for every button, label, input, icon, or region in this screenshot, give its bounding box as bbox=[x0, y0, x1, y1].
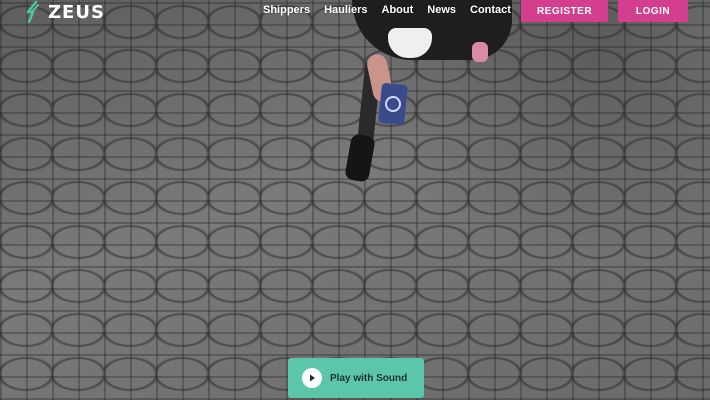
site-logo[interactable]: ZEUS bbox=[24, 0, 105, 24]
phone-screen-icon bbox=[384, 95, 402, 113]
play-icon bbox=[302, 368, 322, 388]
login-button[interactable]: LOGIN bbox=[618, 0, 688, 22]
person-hand bbox=[472, 42, 488, 62]
nav-item-contact[interactable]: Contact bbox=[470, 4, 511, 16]
play-with-sound-button[interactable]: Play with Sound bbox=[288, 358, 424, 398]
play-triangle-icon bbox=[310, 374, 315, 382]
main-nav: Shippers Hauliers About News Contact bbox=[263, 4, 525, 16]
walking-person bbox=[340, 0, 520, 190]
hero-video: ZEUS Shippers Hauliers About News Contac… bbox=[0, 0, 710, 400]
zeus-logo-icon bbox=[26, 1, 39, 23]
site-header: ZEUS Shippers Hauliers About News Contac… bbox=[0, 0, 710, 24]
nav-item-news[interactable]: News bbox=[427, 4, 456, 16]
phone-in-hand bbox=[377, 82, 409, 126]
nav-item-shippers[interactable]: Shippers bbox=[263, 4, 310, 16]
nav-item-hauliers[interactable]: Hauliers bbox=[324, 4, 367, 16]
logo-text: ZEUS bbox=[48, 1, 105, 23]
play-with-sound-label: Play with Sound bbox=[330, 372, 408, 384]
person-boot bbox=[344, 133, 376, 183]
register-button[interactable]: REGISTER bbox=[521, 0, 608, 22]
nav-item-about[interactable]: About bbox=[382, 4, 414, 16]
